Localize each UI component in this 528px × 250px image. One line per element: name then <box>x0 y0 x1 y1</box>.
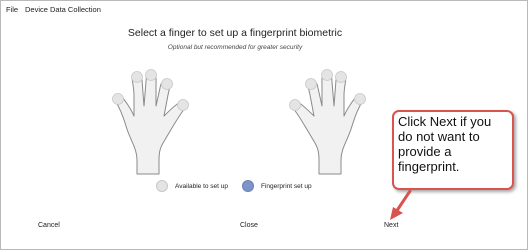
right-ring-fingerprint-slot[interactable] <box>335 71 347 83</box>
menu-file[interactable]: File <box>6 5 18 14</box>
page-subtitle: Optional but recommended for greater sec… <box>167 44 303 51</box>
right-hand <box>289 69 366 175</box>
close-button[interactable]: Close <box>240 222 258 229</box>
menu-device-data-collection[interactable]: Device Data Collection <box>25 5 101 14</box>
left-pinky-fingerprint-slot[interactable] <box>112 93 124 105</box>
set-up-dot-icon <box>242 180 254 192</box>
callout-arrow-icon <box>390 189 412 220</box>
left-hand <box>112 69 189 175</box>
callout-annotation: Click Next if you do not want to provide… <box>392 110 514 190</box>
right-index-fingerprint-slot[interactable] <box>305 78 317 90</box>
legend-available-label: Available to set up <box>175 182 228 190</box>
hands-diagram <box>112 69 366 175</box>
left-middle-fingerprint-slot[interactable] <box>145 69 157 81</box>
right-pinky-fingerprint-slot[interactable] <box>354 93 366 105</box>
cancel-button[interactable]: Cancel <box>38 222 60 229</box>
right-middle-fingerprint-slot[interactable] <box>321 69 333 81</box>
legend-set-up-label: Fingerprint set up <box>261 182 312 190</box>
left-ring-fingerprint-slot[interactable] <box>131 71 143 83</box>
legend-available: Available to set up <box>156 179 228 193</box>
right-thumb-fingerprint-slot[interactable] <box>289 99 301 111</box>
menu-bar: File Device Data Collection <box>0 0 526 18</box>
left-index-fingerprint-slot[interactable] <box>161 78 173 90</box>
left-thumb-fingerprint-slot[interactable] <box>177 99 189 111</box>
legend-fingerprint-set-up: Fingerprint set up <box>242 179 312 193</box>
page-title: Select a finger to set up a fingerprint … <box>127 27 343 39</box>
callout-text: Click Next if you do not want to provide… <box>398 114 492 174</box>
available-dot-icon <box>156 180 168 192</box>
